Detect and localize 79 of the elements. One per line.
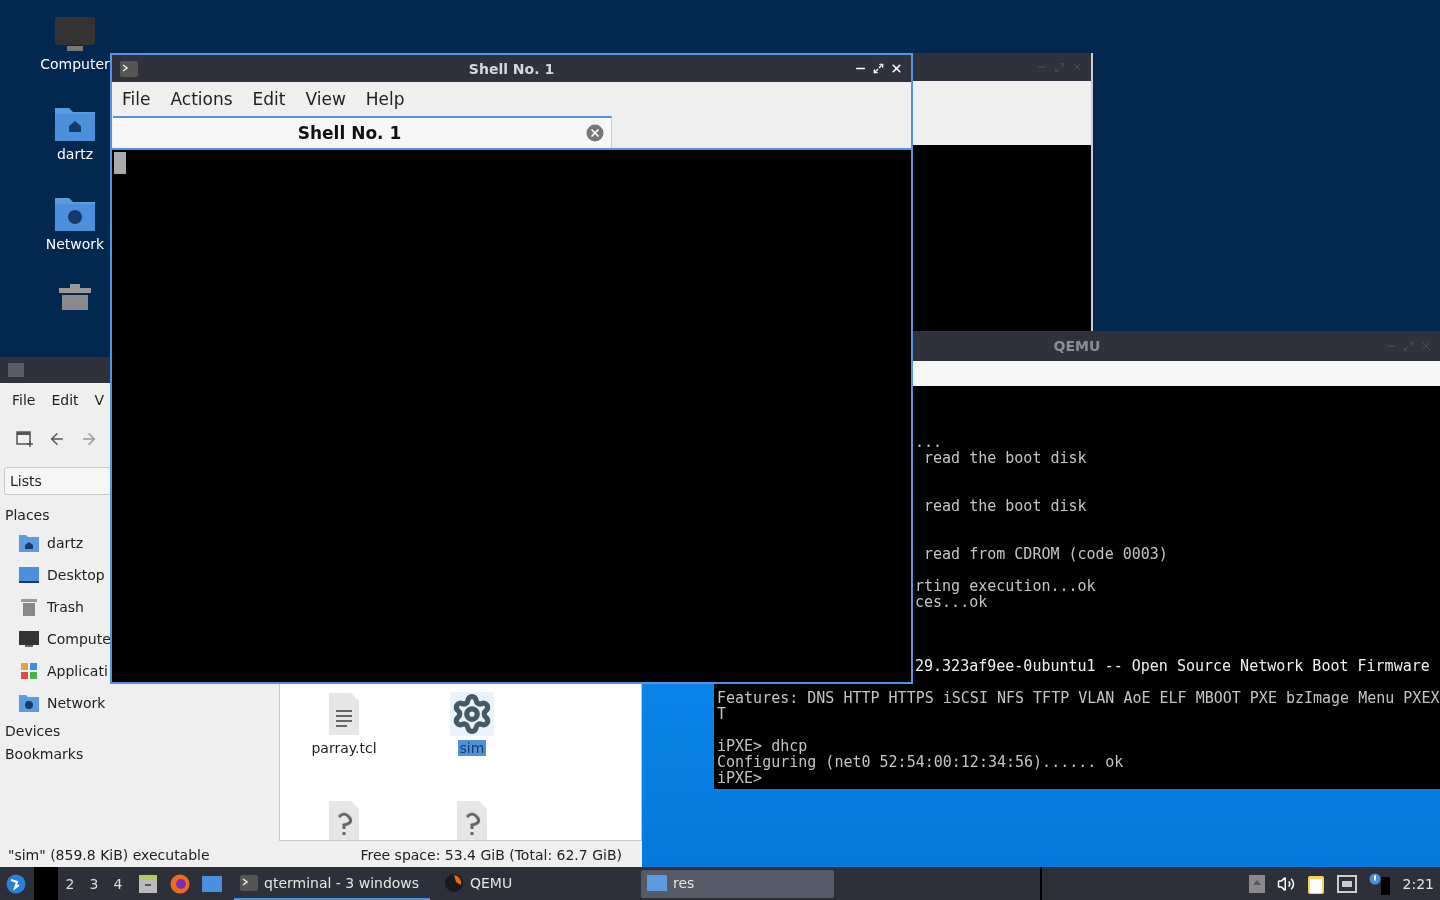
clock[interactable]: 2:21 [1402,875,1434,892]
menu-item[interactable]: Edit [252,89,286,109]
task-button[interactable]: qterminal - 3 windows [234,867,430,900]
start-menu-icon[interactable] [6,873,26,894]
console-line: iPXE> [717,770,763,786]
desktop-icon-label[interactable]: dartz [56,146,94,162]
console-line: iPXE> dhcp [717,738,808,754]
console-line: 29.323af9ee-0ubuntu1 -- Open Source Network Boot Firmware [915,658,1430,674]
console-line: Configuring (net0 52:54:00:12:34:56)...... ok [717,754,1124,770]
desktop-icon [19,566,39,584]
notification-icon[interactable] [1368,872,1391,895]
file-name[interactable]: parray.tcl [309,740,379,756]
place-item[interactable]: Trash [47,599,84,615]
network-folder-icon [19,694,39,712]
folder-icon[interactable] [202,875,222,892]
window-title: QEMU [1053,338,1101,354]
text-file-icon [327,693,361,735]
monitor-icon [19,630,39,648]
console-line: read the boot disk [923,450,1087,466]
place-item[interactable]: Compute [47,631,111,647]
maximize-icon[interactable] [873,63,884,74]
folder-icon [647,874,667,891]
text-cursor [114,152,126,174]
back-icon[interactable] [48,430,66,448]
workspace-switch[interactable]: 3 [82,867,106,900]
volume-icon[interactable] [1276,874,1295,893]
desktop-icon-label[interactable]: Network [45,236,105,252]
home-folder-icon [19,534,39,552]
section-heading[interactable]: Bookmarks [0,742,278,765]
browser-icon[interactable] [170,873,190,894]
gear-icon [451,693,493,735]
menu-item[interactable]: Actions [170,89,233,109]
menu-item[interactable]: View [305,89,346,109]
console-line: ... [915,434,943,450]
menu-item[interactable]: Help [365,89,405,109]
console-line: T [717,706,727,722]
folder-icon [8,363,24,377]
trash-icon [57,284,93,310]
status-text: "sim" (859.8 KiB) executable [8,847,210,863]
view-mode-dropdown[interactable]: Lists [4,467,111,495]
place-item[interactable]: Applicati [47,663,108,679]
menu-item[interactable]: Edit [51,392,79,408]
terminal-icon [240,874,258,891]
window-title: Shell No. 1 [468,60,555,77]
terminal-tab[interactable]: Shell No. 1 [113,116,612,148]
section-heading: Places [4,507,51,523]
forward-icon[interactable] [80,430,98,448]
console-line: ces...ok [915,594,988,610]
clipboard-icon[interactable] [1306,873,1325,894]
monitor-icon [54,16,96,52]
workspace-switch[interactable]: 2 [58,867,82,900]
section-heading[interactable]: Devices [0,719,278,742]
task-button[interactable]: QEMU [438,867,633,900]
free-space-text: Free space: 53.4 GiB (Total: 62.7 GiB) [360,847,622,863]
unknown-file-icon [455,801,489,840]
new-window-icon[interactable] [16,430,34,448]
menu-item[interactable]: V [94,392,105,408]
terminal-icon [120,60,138,77]
console-line: rting execution...ok [915,578,1096,594]
qemu-icon [444,872,464,893]
place-item[interactable]: dartz [47,535,84,551]
task-button[interactable]: res [641,869,834,898]
menu-item[interactable]: File [12,392,36,408]
workspace-switch[interactable] [34,867,58,900]
network-icon[interactable] [1336,874,1357,893]
console-line: read from CDROM (code 0003) [923,546,1168,562]
console-line: Features: DNS HTTP HTTPS iSCSI NFS TFTP VLAN AoE ELF MBOOT PXE bzImage Menu PXEX [717,690,1440,706]
console-line: read the boot disk [923,498,1087,514]
eject-icon[interactable] [1248,874,1265,893]
workspace-switch[interactable]: 4 [106,867,130,900]
unknown-file-icon [327,801,361,840]
applications-icon [19,662,39,680]
file-cabinet-icon[interactable] [138,873,158,894]
close-icon[interactable] [890,62,903,75]
menu-item[interactable]: File [122,89,151,109]
place-item[interactable]: Network [47,695,106,711]
place-item[interactable]: Desktop [47,567,105,583]
trash-icon [19,598,39,616]
desktop-icon-label[interactable]: Computer [40,56,110,72]
